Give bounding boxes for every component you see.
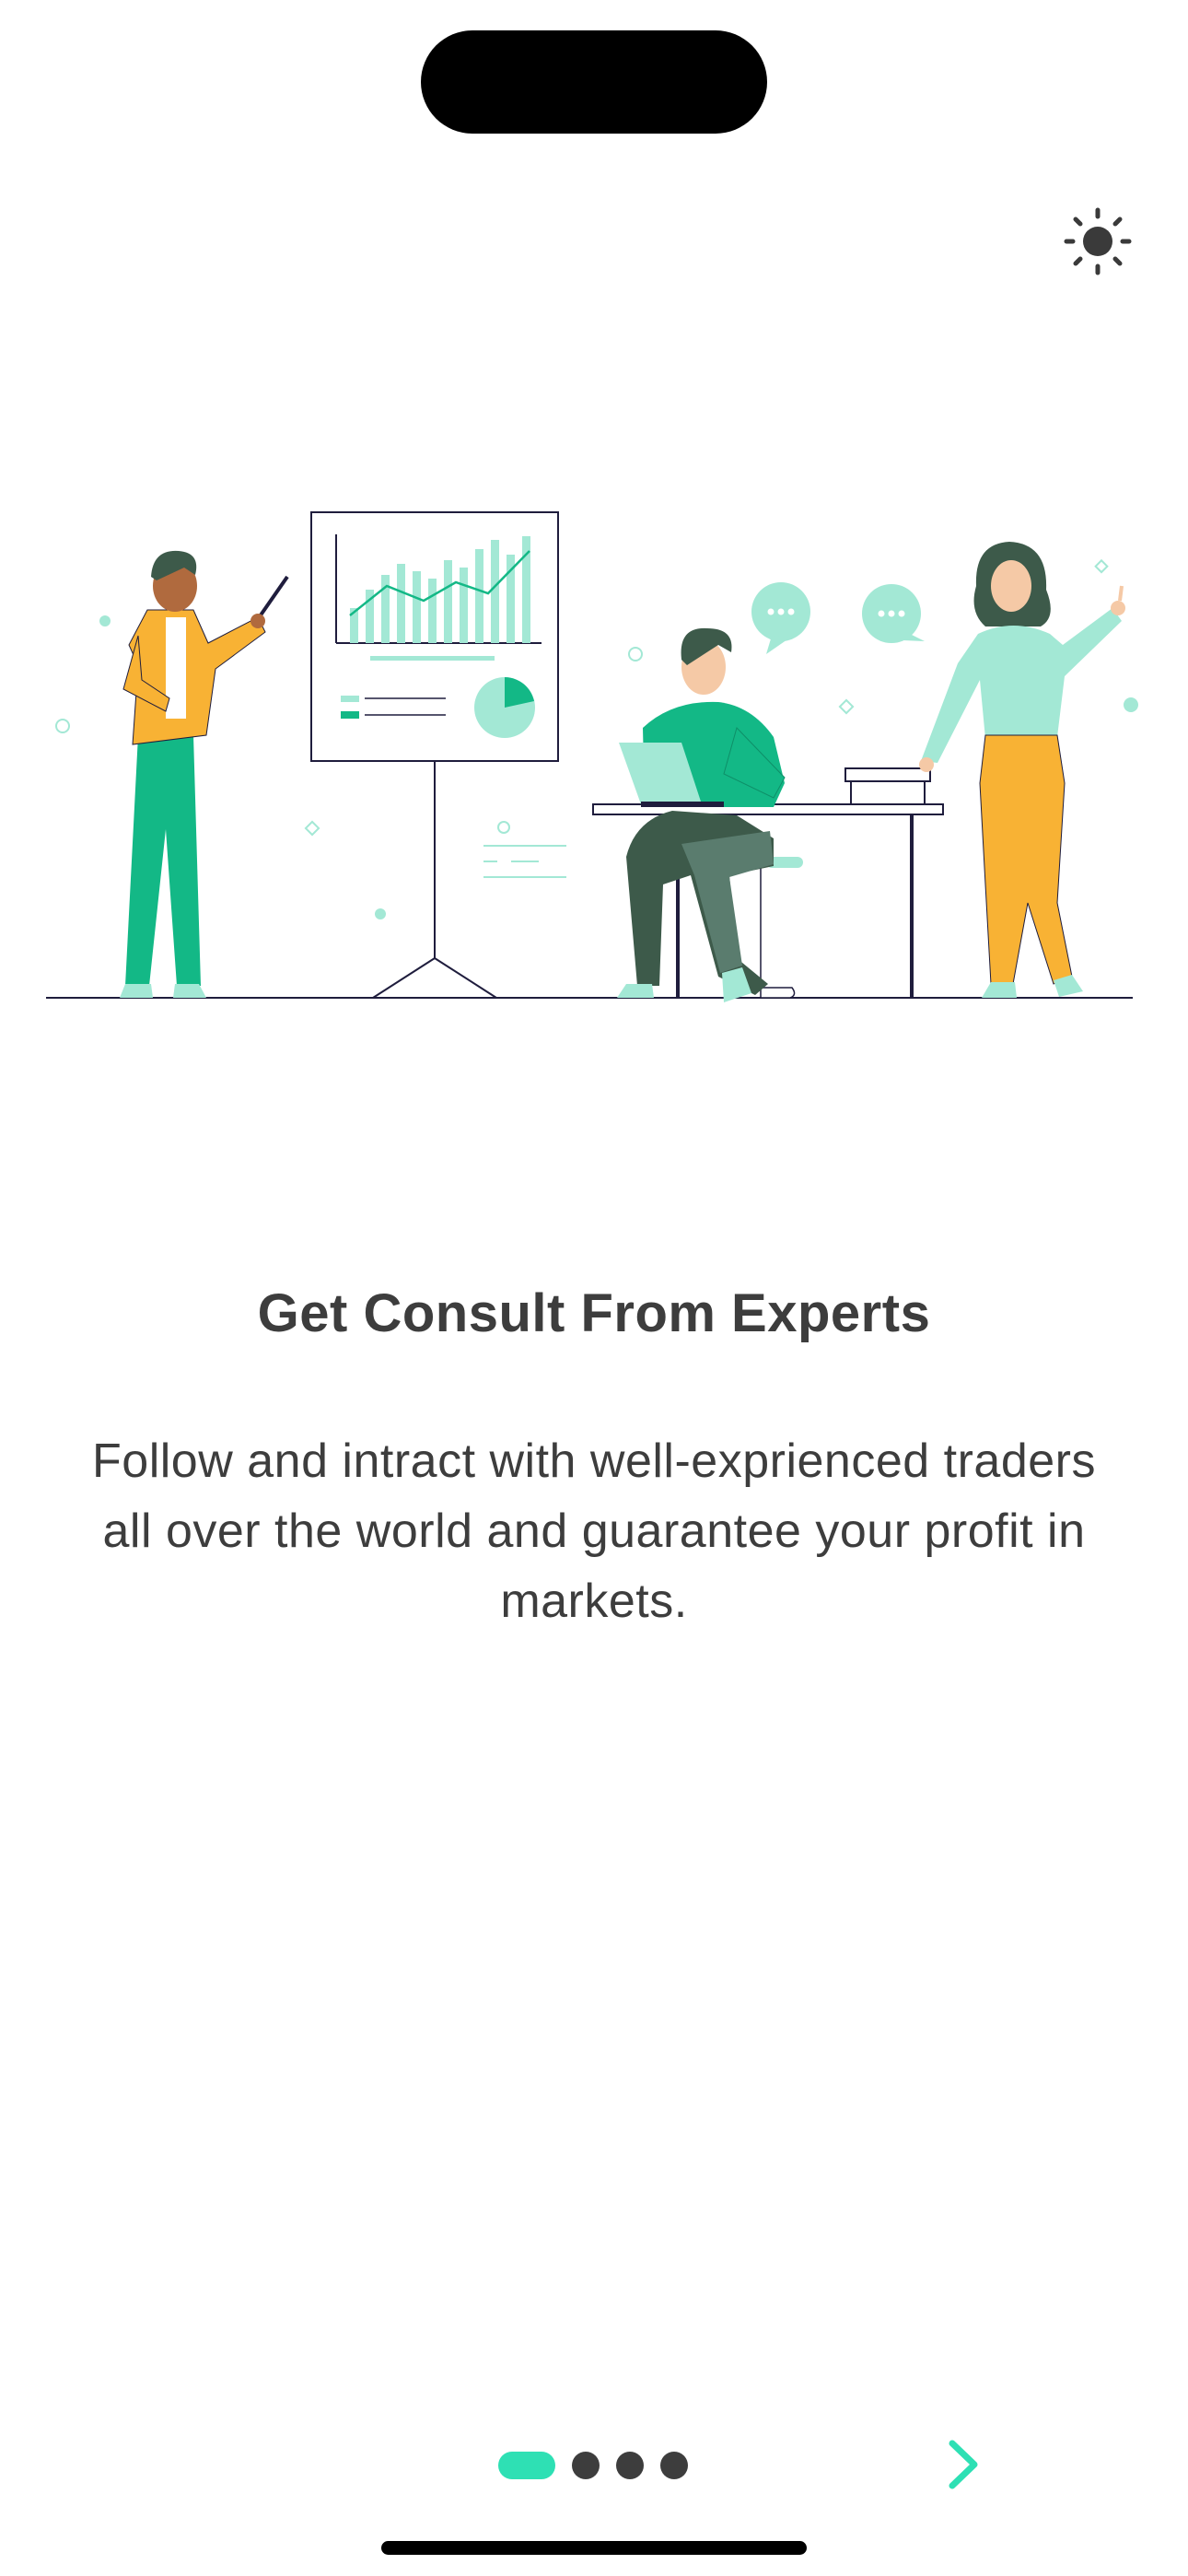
page-indicator bbox=[498, 2451, 688, 2480]
decor-dot bbox=[99, 615, 111, 626]
experts-consulting-illustration bbox=[46, 511, 1138, 1002]
decor-lines bbox=[483, 845, 566, 878]
page-dot-2[interactable] bbox=[572, 2452, 600, 2479]
onboarding-description: Follow and intract with well-exprienced … bbox=[92, 1434, 1096, 1628]
page-dot-4[interactable] bbox=[660, 2452, 688, 2479]
theme-toggle-button[interactable] bbox=[1061, 205, 1135, 278]
page-dot-1-active[interactable] bbox=[498, 2452, 555, 2479]
standing-woman bbox=[919, 542, 1125, 998]
home-indicator bbox=[381, 2541, 807, 2555]
dynamic-island bbox=[421, 30, 767, 134]
decor-dot bbox=[1124, 697, 1138, 712]
chevron-right-icon bbox=[949, 2440, 978, 2489]
onboarding-title: Get Consult From Experts bbox=[257, 1283, 931, 1343]
speech-bubbles bbox=[751, 582, 925, 654]
presentation-board bbox=[310, 511, 559, 999]
page-dot-3[interactable] bbox=[616, 2452, 644, 2479]
onboarding-screen: Get Consult From Experts Follow and intr… bbox=[0, 0, 1188, 2576]
decor-dot bbox=[375, 908, 386, 919]
next-button[interactable] bbox=[930, 2432, 995, 2497]
presenter-person bbox=[120, 550, 289, 998]
sun-icon bbox=[1064, 207, 1132, 275]
